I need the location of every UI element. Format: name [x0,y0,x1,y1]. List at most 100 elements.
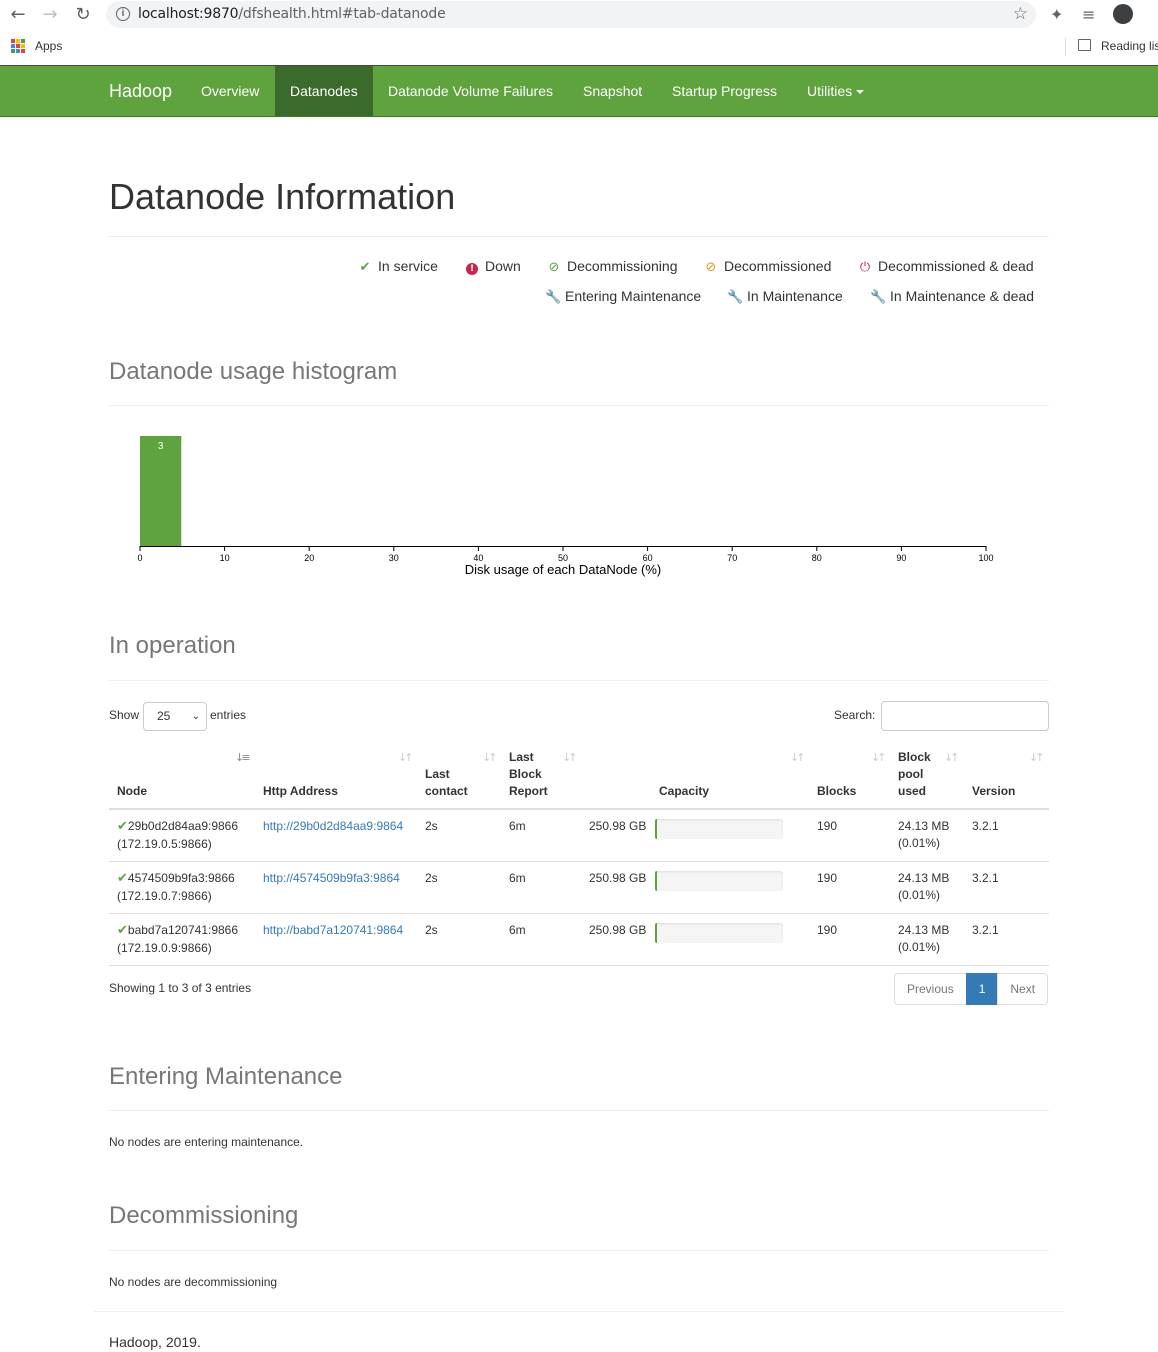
version-cell: 3.2.1 [972,819,999,833]
legend-in-maintenance-dead: 🔧 In Maintenance & dead [870,288,1034,305]
site-info-icon[interactable]: i [116,7,130,21]
legend-entering-maintenance: 🔧 Entering Maintenance [545,288,702,305]
node-ip-cell: (172.19.0.5:9866) [117,837,212,851]
avatar[interactable] [1113,4,1133,24]
column-header-version[interactable]: Version [972,783,1015,800]
search-input[interactable] [881,701,1049,731]
last-contact-cell: 2s [425,871,438,885]
wrench-icon: 🔧 [545,290,562,305]
column-header-http-address[interactable]: Http Address [263,783,338,800]
http-address-link[interactable]: http://babd7a120741:9864 [263,922,403,939]
address-bar[interactable]: i localhost:9870/dfshealth.html#tab-data… [106,1,1036,28]
page-1-button[interactable]: 1 [965,973,999,1005]
capacity-progress-bar [655,819,783,839]
block-pool-used-cell: 24.13 MB [898,871,950,885]
last-contact-cell: 2s [425,923,438,937]
search-label: Search: [834,708,876,722]
legend-in-service: ✔ In service [359,258,438,275]
sort-ascending-icon[interactable]: ↓≡ [235,751,251,764]
histogram-bar-label: 3 [158,441,164,452]
column-header-last-block-report[interactable]: Last Block Report [509,749,559,800]
brand-link[interactable]: Hadoop [109,81,172,102]
column-header-last-contact[interactable]: Last contact [425,766,475,800]
capacity-cell: 250.98 GB [589,819,647,833]
bookmarks-bar: Apps Reading list [0,30,1158,64]
http-address-link[interactable]: http://4574509b9fa3:9864 [263,870,400,887]
nav-datanodes[interactable]: Datanodes [275,66,373,116]
decommissioning-message: No nodes are decommissioning [109,1275,278,1289]
sort-icon[interactable]: ↓↑ [1029,751,1045,764]
capacity-progress-fill [655,819,657,839]
wrench-icon: 🔧 [870,290,887,305]
last-contact-cell: 2s [425,819,438,833]
sort-icon[interactable]: ↓↑ [562,751,578,764]
reload-icon[interactable]: ↻ [72,4,94,26]
x-tick-label: 20 [304,553,314,563]
entering-maintenance-message: No nodes are entering maintenance. [109,1135,304,1149]
last-block-report-cell: 6m [509,871,526,885]
version-cell: 3.2.1 [972,923,999,937]
forward-arrow-icon[interactable]: → [39,4,61,26]
sort-icon[interactable]: ↓↑ [398,751,414,764]
footer-divider [94,1311,1064,1312]
node-ip-cell: (172.19.0.9:9866) [117,941,212,955]
nav-utilities-dropdown[interactable]: Utilities [792,66,879,116]
reading-list-icon[interactable] [1078,39,1091,51]
sort-icon[interactable]: ↓↑ [871,751,887,764]
in-operation-title: In operation [109,632,236,659]
column-header-blocks[interactable]: Blocks [817,783,856,800]
pagination: Previous 1 Next [894,973,1049,1005]
sort-icon[interactable]: ↓↑ [944,751,960,764]
url-text[interactable]: localhost:9870/dfshealth.html#tab-datano… [138,6,446,22]
capacity-progress-bar [655,871,783,891]
block-pool-used-percent: (0.01%) [898,940,941,954]
column-header-capacity[interactable]: Capacity [659,783,709,800]
back-arrow-icon[interactable]: ← [7,4,29,26]
bookmarks-divider [1065,38,1066,56]
x-tick-label: 80 [812,553,822,563]
legend-down: ! Down [465,258,521,275]
alert-circle-icon: ! [465,260,479,275]
apps-grid-icon[interactable] [11,39,25,53]
media-queue-icon[interactable]: ≡ [1082,5,1095,24]
table-info: Showing 1 to 3 of 3 entries [109,981,252,995]
in-service-checkmark-icon: ✔ [117,923,128,938]
chevron-down-icon: ⌄ [191,711,200,722]
nav-snapshot[interactable]: Snapshot [568,66,657,116]
reading-list-button[interactable]: Reading list [1101,39,1158,53]
row-divider [109,861,1049,862]
apps-bookmark[interactable]: Apps [35,39,62,53]
column-header-block-pool-used[interactable]: Block pool used [898,749,938,800]
page-title: Datanode Information [109,176,456,217]
sort-icon[interactable]: ↓↑ [482,751,498,764]
legend-in-maintenance: 🔧 In Maintenance [727,288,843,305]
sort-icon[interactable]: ↓↑ [790,751,806,764]
last-block-report-cell: 6m [509,819,526,833]
x-tick-label: 10 [220,553,230,563]
page-size-select[interactable]: 25 ⌄ [143,702,207,731]
column-header-node[interactable]: Node [117,783,147,800]
divider [109,1250,1049,1251]
http-address-link[interactable]: http://29b0d2d84aa9:9864 [263,818,403,835]
previous-page-button[interactable]: Previous [894,973,967,1005]
block-pool-used-percent: (0.01%) [898,888,941,902]
nav-overview[interactable]: Overview [186,66,274,116]
node-cell: ✔babd7a120741:9866 [117,923,239,938]
node-cell: ✔4574509b9fa3:9866 [117,871,235,886]
next-page-button[interactable]: Next [997,973,1049,1005]
histogram-title: Datanode usage histogram [109,358,398,385]
table-header-divider [109,808,1049,810]
capacity-progress-fill [655,871,657,891]
nav-startup-progress[interactable]: Startup Progress [657,66,792,116]
usage-histogram: 30 10 20 30 40 50 60 70 80 90 100Disk usage of eac… [137,436,994,577]
divider [109,1110,1049,1111]
in-service-checkmark-icon: ✔ [117,871,128,886]
bookmark-star-icon[interactable]: ☆ [1013,4,1028,24]
extensions-puzzle-icon[interactable]: ✦ [1050,5,1063,24]
footer-text: Hadoop, 2019. [109,1334,201,1350]
divider [109,236,1049,237]
capacity-progress-bar [655,923,783,943]
nav-datanode-volume-failures[interactable]: Datanode Volume Failures [373,66,568,116]
legend-decommissioning: ⊘ Decommissioning [548,258,678,275]
block-pool-used-percent: (0.01%) [898,836,941,850]
